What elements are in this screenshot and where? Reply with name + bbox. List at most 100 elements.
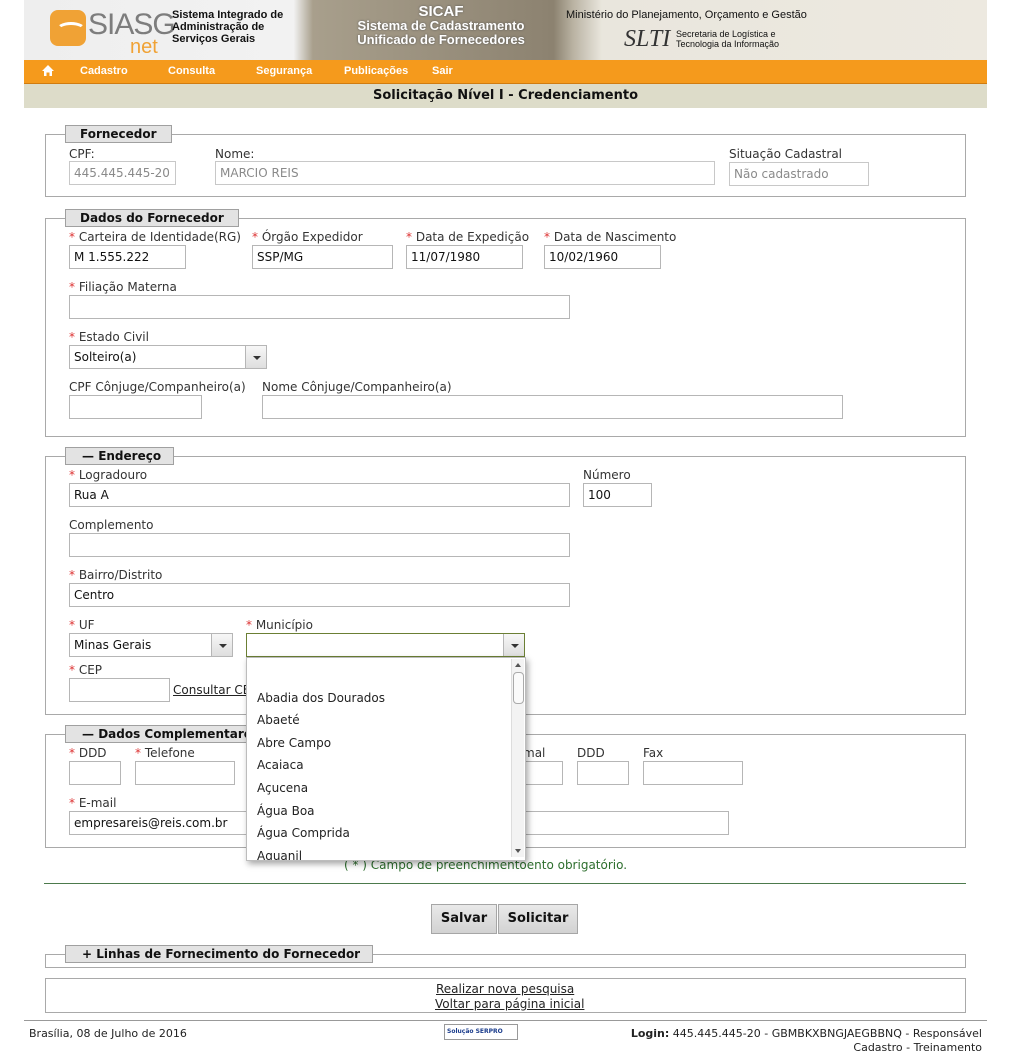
cpf-label: CPF: — [69, 147, 95, 161]
collapse-icon[interactable]: — — [82, 727, 98, 741]
salvar-button[interactable]: Salvar — [431, 904, 497, 934]
rg-label: * Carteira de Identidade(RG) — [69, 230, 241, 244]
estado-civil-select[interactable]: Solteiro(a) — [69, 345, 267, 369]
filiacao-label: * Filiação Materna — [69, 280, 177, 294]
sicaf-subtitle-line: Sistema de Cadastramento — [357, 18, 525, 33]
slti-text: Secretaria de Logística e Tecnologia da … — [676, 29, 779, 49]
required-marker: * — [69, 230, 79, 244]
pagina-inicial-link[interactable]: Voltar para página inicial — [435, 997, 584, 1011]
filiacao-field[interactable] — [69, 295, 570, 319]
required-marker: * — [544, 230, 554, 244]
menu-item-publicacoes[interactable]: Publicações — [344, 65, 408, 77]
municipio-option[interactable]: Açucena — [257, 781, 308, 795]
chevron-down-icon[interactable] — [245, 346, 266, 368]
municipio-option[interactable]: Água Comprida — [257, 826, 350, 840]
serpro-logo-text: Solução SERPRO — [447, 1028, 503, 1035]
sicaf-title-main: SICAF — [418, 3, 464, 20]
system-name: Sistema Integrado de Administração de Se… — [172, 9, 302, 45]
nome-conjuge-field[interactable] — [262, 395, 843, 419]
cpf-conjuge-field[interactable] — [69, 395, 202, 419]
logradouro-field[interactable]: Rua A — [69, 483, 570, 507]
email-label: * E-mail — [69, 796, 116, 810]
ddd-fax-field[interactable] — [577, 761, 629, 785]
legend-endereco[interactable]: — Endereço — [65, 447, 175, 465]
scroll-up-icon[interactable] — [512, 659, 524, 671]
page-title: Solicitação Nível I - Credenciamento — [24, 84, 987, 108]
chevron-down-icon[interactable] — [211, 634, 232, 656]
menu-item-seguranca[interactable]: Segurança — [256, 65, 312, 77]
solicitar-button[interactable]: Solicitar — [498, 904, 578, 934]
scroll-down-icon[interactable] — [512, 845, 524, 857]
orgao-field[interactable]: SSP/MG — [252, 245, 393, 269]
cpf-conjuge-label: CPF Cônjuge/Companheiro(a) — [69, 380, 246, 394]
consultar-cep-link[interactable]: Consultar CE — [173, 683, 250, 697]
collapse-icon[interactable]: — — [82, 449, 98, 463]
cpf-field[interactable]: 445.445.445-20 — [69, 161, 176, 185]
legend-linhas-fornecimento[interactable]: + Linhas de Fornecimento do Fornecedor — [65, 945, 374, 963]
menu-item-sair[interactable]: Sair — [432, 65, 453, 77]
logradouro-label-text: Logradouro — [78, 468, 148, 482]
telefone-label: * Telefone — [135, 746, 195, 760]
nome-label: Nome: — [215, 147, 255, 161]
uf-select[interactable]: Minas Gerais — [69, 633, 233, 657]
fieldset-dados-fornecedor: Dados do Fornecedor * Carteira de Identi… — [45, 209, 966, 437]
municipio-label: * Município — [246, 618, 313, 632]
cep-field[interactable] — [69, 678, 170, 702]
municipio-option[interactable]: Abadia dos Dourados — [257, 691, 385, 705]
legend-fornecedor: Fornecedor — [65, 125, 172, 143]
situacao-field[interactable]: Não cadastrado — [729, 162, 869, 186]
menu-item-cadastro[interactable]: Cadastro — [80, 65, 128, 77]
fax-label: Fax — [643, 746, 664, 760]
login-line-2: Cadastro - Treinamento — [853, 1041, 982, 1054]
scrollbar-thumb[interactable] — [513, 672, 524, 704]
complemento-label: Complemento — [69, 518, 154, 532]
ddd-field[interactable] — [69, 761, 121, 785]
orgao-label-text: Órgão Expedidor — [261, 230, 363, 244]
serpro-logo: Solução SERPRO — [444, 1024, 518, 1040]
footer: Brasília, 08 de Julho de 2016 Solução SE… — [24, 1020, 987, 1060]
menu-item-consulta[interactable]: Consulta — [168, 65, 215, 77]
numero-field[interactable]: 100 — [583, 483, 652, 507]
estado-civil-label: * Estado Civil — [69, 330, 149, 344]
cep-label-text: CEP — [78, 663, 103, 677]
data-nascimento-field[interactable]: 10/02/1960 — [544, 245, 661, 269]
required-marker: * — [135, 746, 145, 760]
required-marker: * — [69, 746, 79, 760]
municipio-option[interactable]: Abre Campo — [257, 736, 331, 750]
expand-icon[interactable]: + — [82, 947, 96, 961]
legend-dados-fornecedor: Dados do Fornecedor — [65, 209, 239, 227]
telefone-field[interactable] — [135, 761, 235, 785]
required-marker: * — [69, 663, 79, 677]
nome-field[interactable]: MARCIO REIS — [215, 161, 715, 185]
home-icon[interactable] — [41, 64, 55, 77]
rg-field[interactable]: M 1.555.222 — [69, 245, 186, 269]
situacao-label: Situação Cadastral — [729, 147, 843, 161]
municipio-option[interactable]: Aguanil — [257, 849, 302, 860]
ddd-label-text: DDD — [78, 746, 107, 760]
bairro-field[interactable]: Centro — [69, 583, 570, 607]
legend-dados-complementares[interactable]: — Dados Complementares — [65, 725, 273, 743]
fax-field[interactable] — [643, 761, 743, 785]
ddd-label: * DDD — [69, 746, 107, 760]
required-marker: * — [69, 796, 79, 810]
header-banner: SIASG net Sistema Integrado de Administr… — [24, 0, 987, 60]
ramal-field[interactable] — [523, 761, 563, 785]
nova-pesquisa-link[interactable]: Realizar nova pesquisa — [436, 982, 574, 996]
estado-civil-value: Solteiro(a) — [74, 350, 137, 364]
main-menu: Cadastro Consulta Segurança Publicações … — [24, 60, 987, 84]
municipio-option[interactable]: Abaeté — [257, 713, 300, 727]
municipio-option[interactable]: Água Boa — [257, 804, 315, 818]
municipio-dropdown-list[interactable]: Abadia dos Dourados Abaeté Abre Campo Ac… — [246, 657, 526, 861]
legend-dados-complementares-text: Dados Complementares — [98, 727, 260, 741]
data-expedicao-field[interactable]: 11/07/1980 — [406, 245, 523, 269]
municipio-select[interactable] — [246, 633, 525, 657]
municipio-option[interactable]: Acaiaca — [257, 758, 304, 772]
system-name-line: Sistema Integrado de — [172, 9, 284, 21]
chevron-down-icon[interactable] — [503, 634, 524, 656]
required-note-end: ento obrigatório. — [526, 858, 628, 872]
complemento-field[interactable] — [69, 533, 570, 557]
dropdown-scrollbar[interactable] — [511, 659, 524, 857]
data-expedicao-label-text: Data de Expedição — [415, 230, 530, 244]
logradouro-label: * Logradouro — [69, 468, 147, 482]
divider — [44, 883, 966, 884]
